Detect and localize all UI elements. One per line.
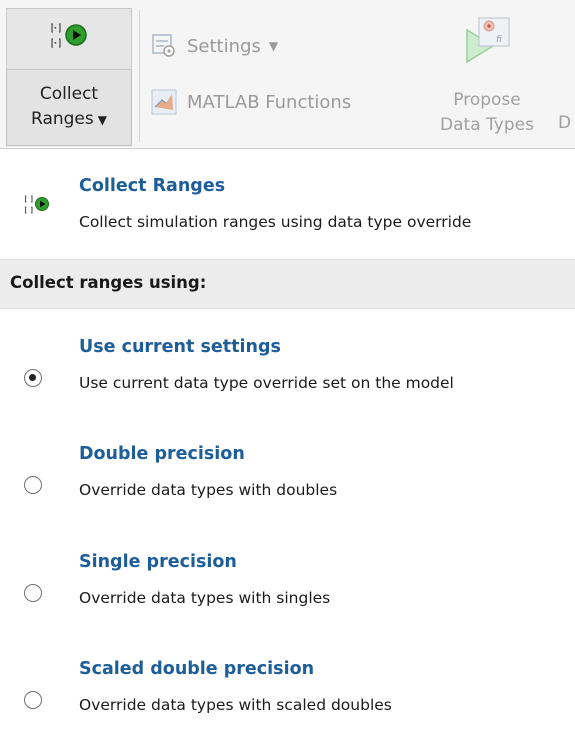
toolstrip: Collect Ranges ▼ Settings ▼ MATLAB Functi…	[0, 0, 575, 149]
option-title: Double precision	[79, 444, 245, 464]
option-title: Single precision	[79, 552, 237, 572]
option-description: Override data types with scaled doubles	[79, 696, 392, 714]
matlab-functions-button[interactable]: MATLAB Functions	[151, 86, 351, 118]
propose-label-line2: Data Types	[440, 115, 534, 135]
section-title: Collect ranges using:	[10, 273, 207, 292]
collect-label-line1: Collect	[39, 84, 99, 104]
collect-ranges-title: Collect Ranges	[79, 176, 226, 196]
collect-ranges-run-button[interactable]	[6, 8, 132, 70]
fi-icon-text: fi	[496, 35, 502, 45]
matlab-icon	[151, 89, 177, 115]
option-title: Scaled double precision	[79, 659, 315, 679]
option-title: Use current settings	[79, 337, 281, 357]
collect-ranges-dropdown-button[interactable]: Collect Ranges ▼	[6, 70, 132, 146]
radio-button[interactable]	[24, 584, 42, 602]
option-description: Override data types with singles	[79, 589, 331, 607]
collect-ranges-description: Collect simulation ranges using data typ…	[79, 213, 472, 231]
propose-label-line1: Propose	[453, 90, 521, 110]
propose-data-types-icon: fi	[466, 17, 510, 64]
radio-button[interactable]	[24, 476, 42, 494]
settings-icon	[152, 34, 175, 57]
option-description: Override data types with doubles	[79, 481, 338, 499]
collect-ranges-split-button[interactable]: Collect Ranges ▼	[6, 8, 132, 146]
chevron-down-icon: ▼	[97, 113, 107, 127]
radio-button[interactable]	[24, 691, 42, 709]
option-double-precision[interactable]: Double precision Override data types wit…	[0, 444, 575, 524]
section-header: Collect ranges using:	[0, 259, 575, 309]
propose-data-types-button[interactable]: fi Propose Data Types	[428, 10, 546, 146]
collect-ranges-menu-item[interactable]: Collect Ranges Collect simulation ranges…	[0, 170, 575, 240]
chevron-down-icon: ▼	[268, 39, 279, 53]
collect-label-line2: Ranges	[31, 109, 94, 129]
option-scaled-double-precision[interactable]: Scaled double precision Override data ty…	[0, 659, 575, 739]
matlab-functions-label: MATLAB Functions	[187, 91, 352, 113]
clipped-button-label: D	[558, 113, 572, 133]
option-use-current-settings[interactable]: Use current settings Use current data ty…	[0, 337, 575, 417]
option-single-precision[interactable]: Single precision Override data types wit…	[0, 552, 575, 632]
option-description: Use current data type override set on th…	[79, 374, 454, 392]
settings-label: Settings	[187, 35, 261, 57]
radio-button-selected[interactable]	[24, 369, 42, 387]
settings-button[interactable]: Settings ▼	[151, 30, 278, 62]
toolstrip-divider	[139, 10, 140, 142]
collect-ranges-icon	[51, 23, 87, 48]
collect-ranges-icon	[24, 195, 49, 214]
